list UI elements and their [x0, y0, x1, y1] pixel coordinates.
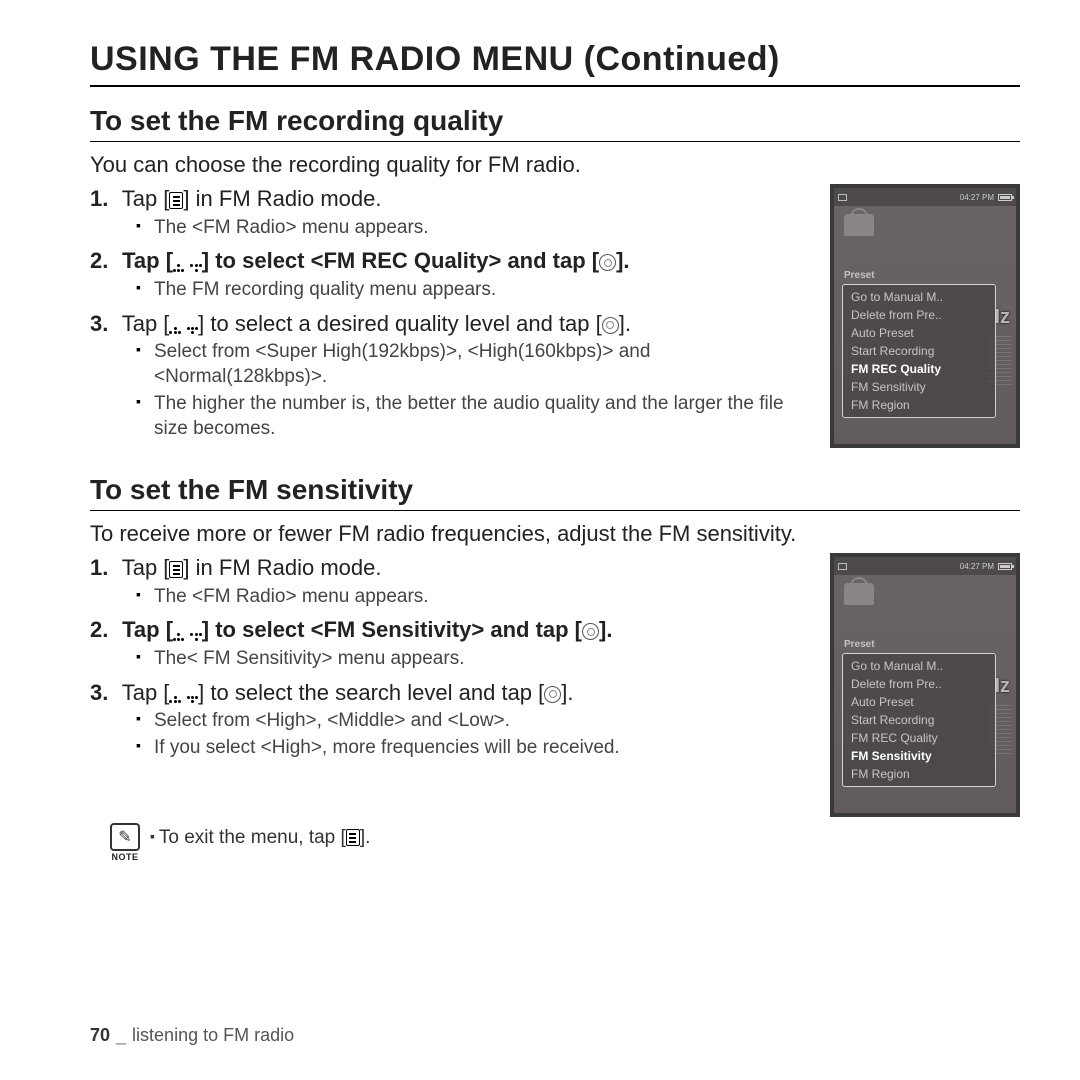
step-text: ].	[599, 617, 612, 642]
steps-list: 1. Tap [ ] in FM Radio mode. The <FM Radi…	[90, 553, 812, 767]
device-time: 04:27 PM	[960, 193, 994, 202]
device-menu-item: Go to Manual M..	[843, 657, 995, 675]
step-text: and tap [	[484, 617, 582, 642]
status-icon	[838, 563, 847, 570]
section-intro: You can choose the recording quality for…	[90, 152, 1020, 178]
device-menu-item: Delete from Pre..	[843, 675, 995, 693]
step-text: ].	[616, 248, 629, 273]
sub-note: Select from <High>, <Middle> and <Low>.	[136, 709, 812, 734]
device-screenshot: 04:27 PM Preset Iz Go to Manual M.. Dele…	[830, 553, 1020, 817]
section-heading: To set the FM sensitivity	[90, 474, 1020, 511]
radio-icon	[844, 214, 874, 236]
device-menu-item: FM Region	[843, 765, 995, 783]
device-menu-item: FM Region	[843, 396, 995, 414]
menu-icon	[169, 192, 183, 209]
note-icon: ✎	[110, 823, 140, 851]
device-menu-item: FM REC Quality	[843, 729, 995, 747]
ok-icon	[599, 254, 616, 271]
updown-icon	[169, 327, 198, 334]
step-text: ] in FM Radio mode.	[183, 555, 381, 580]
note: ✎ NOTE To exit the menu, tap [].	[110, 823, 1020, 862]
device-menu-item: FM Sensitivity	[843, 378, 995, 396]
step-text: ] to select	[202, 248, 311, 273]
sub-note: The higher the number is, the better the…	[136, 392, 812, 441]
page-footer: 70_listening to FM radio	[90, 1025, 294, 1046]
frequency-suffix: Iz	[994, 675, 1010, 698]
updown-icon	[173, 264, 202, 271]
device-menu-item: Delete from Pre..	[843, 306, 995, 324]
step-text: ].	[619, 311, 631, 336]
step-text: ] to select the search level and tap [	[198, 680, 544, 705]
device-menu-item-selected: FM REC Quality	[843, 360, 995, 378]
step-text: Tap [	[122, 248, 173, 273]
step-number: 1.	[90, 553, 116, 583]
chapter-name: listening to FM radio	[132, 1025, 294, 1045]
device-screenshot: 04:27 PM Preset Iz Go to Manual M.. Dele…	[830, 184, 1020, 448]
step-number: 1.	[90, 184, 116, 214]
device-menu-item: Auto Preset	[843, 693, 995, 711]
step-text: ] to select a desired quality level and …	[198, 311, 602, 336]
page-number: 70	[90, 1025, 110, 1045]
note-text: To exit the menu, tap [].	[150, 823, 370, 849]
ok-icon	[602, 317, 619, 334]
preset-label: Preset	[844, 270, 875, 281]
sub-note: The <FM Radio> menu appears.	[136, 216, 812, 241]
step-number: 3.	[90, 678, 116, 708]
sub-note: The< FM Sensitivity> menu appears.	[136, 647, 812, 672]
step-text: Tap [	[122, 617, 173, 642]
steps-list: 1. Tap [ ] in FM Radio mode. The <FM Radi…	[90, 184, 812, 447]
device-menu-item-selected: FM Sensitivity	[843, 747, 995, 765]
device-menu-item: Go to Manual M..	[843, 288, 995, 306]
ok-icon	[544, 686, 561, 703]
step-number: 3.	[90, 309, 116, 339]
radio-icon	[844, 583, 874, 605]
preset-label: Preset	[844, 639, 875, 650]
device-menu: Go to Manual M.. Delete from Pre.. Auto …	[842, 284, 996, 418]
device-menu: Go to Manual M.. Delete from Pre.. Auto …	[842, 653, 996, 787]
ok-icon	[582, 623, 599, 640]
step-text: ] to select	[202, 617, 311, 642]
menu-icon	[169, 561, 183, 578]
sub-note: The <FM Radio> menu appears.	[136, 585, 812, 610]
section-fm-sensitivity: To set the FM sensitivity To receive mor…	[90, 474, 1020, 862]
status-icon	[838, 194, 847, 201]
step-text: Tap [	[122, 186, 170, 211]
battery-icon	[998, 563, 1012, 570]
battery-icon	[998, 194, 1012, 201]
step-text: Tap [	[122, 680, 170, 705]
section-intro: To receive more or fewer FM radio freque…	[90, 521, 1020, 547]
section-heading: To set the FM recording quality	[90, 105, 1020, 142]
sub-note: Select from <Super High(192kbps)>, <High…	[136, 340, 812, 389]
sub-note: The FM recording quality menu appears.	[136, 278, 812, 303]
step-text-bold: <FM Sensitivity>	[311, 617, 485, 642]
device-menu-item: Start Recording	[843, 711, 995, 729]
device-menu-item: Start Recording	[843, 342, 995, 360]
page-title: USING THE FM RADIO MENU (Continued)	[90, 40, 1020, 87]
step-text: Tap [	[122, 311, 170, 336]
step-text: ] in FM Radio mode.	[183, 186, 381, 211]
step-number: 2.	[90, 246, 116, 276]
note-label: NOTE	[111, 852, 138, 862]
step-text-bold: <FM REC Quality>	[311, 248, 502, 273]
step-text: Tap [	[122, 555, 170, 580]
sub-note: If you select <High>, more frequencies w…	[136, 736, 812, 761]
step-number: 2.	[90, 615, 116, 645]
section-recording-quality: To set the FM recording quality You can …	[90, 105, 1020, 448]
device-time: 04:27 PM	[960, 562, 994, 571]
step-text: and tap [	[501, 248, 599, 273]
device-menu-item: Auto Preset	[843, 324, 995, 342]
frequency-suffix: Iz	[994, 306, 1010, 329]
updown-icon	[169, 696, 198, 703]
step-text: ].	[561, 680, 573, 705]
updown-icon	[173, 633, 202, 640]
menu-icon	[346, 829, 360, 846]
